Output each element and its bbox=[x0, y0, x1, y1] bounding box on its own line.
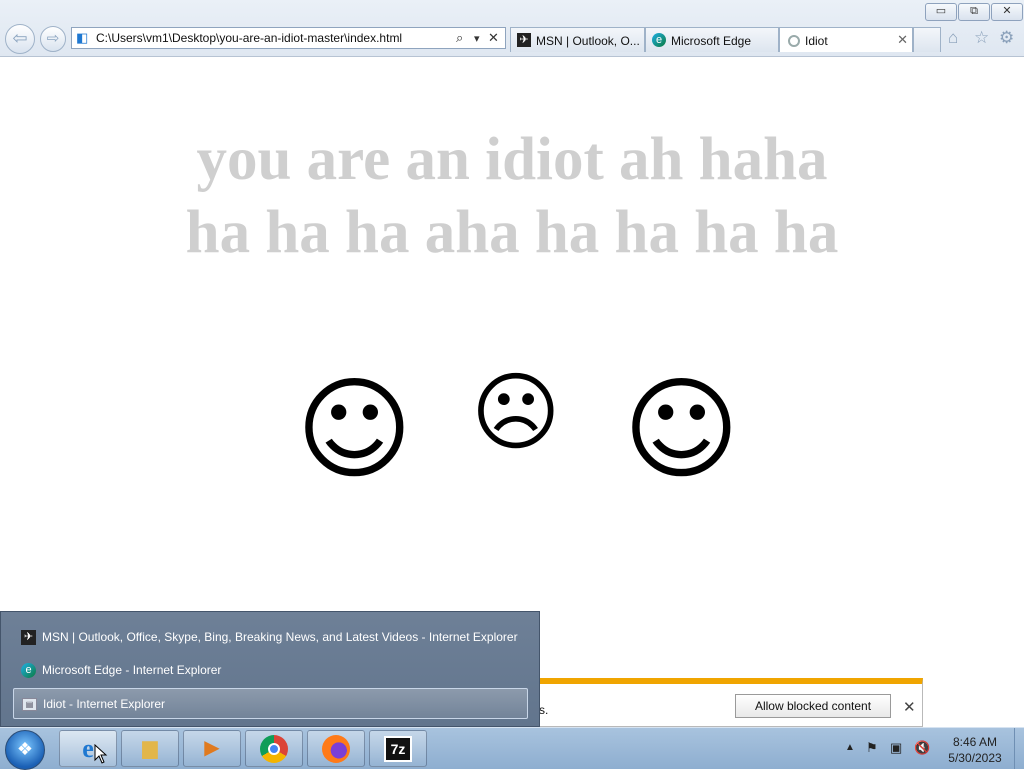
minimize-button[interactable]: ▭ bbox=[925, 3, 957, 21]
page-headline: you are an idiot ah haha ha ha ha aha ha… bbox=[0, 123, 1024, 269]
dropdown-icon[interactable]: ▾ bbox=[474, 32, 480, 45]
stop-icon[interactable]: ✕ bbox=[488, 30, 499, 46]
show-desktop-button[interactable] bbox=[1014, 728, 1024, 769]
window-list-label: MSN | Outlook, Office, Skype, Bing, Brea… bbox=[42, 630, 518, 644]
headline-line-2: ha ha ha aha ha ha ha ha bbox=[185, 199, 839, 266]
search-icon[interactable]: ⌕ bbox=[456, 30, 463, 46]
page-favicon-icon: ◧ bbox=[76, 30, 89, 45]
show-hidden-icons-icon[interactable]: ▲ bbox=[845, 742, 855, 753]
taskbar-media-player[interactable]: ▶ bbox=[183, 730, 241, 767]
restore-button[interactable]: ⧉ bbox=[958, 3, 990, 21]
mouse-cursor-icon bbox=[94, 744, 108, 764]
window-list-item-idiot[interactable]: ▤ Idiot - Internet Explorer bbox=[13, 688, 528, 719]
taskbar-window-list: ✈ MSN | Outlook, Office, Skype, Bing, Br… bbox=[0, 611, 540, 727]
taskbar-file-explorer[interactable]: ▆ bbox=[121, 730, 179, 767]
taskbar-internet-explorer[interactable]: e bbox=[59, 730, 117, 767]
home-icon[interactable]: ⌂ bbox=[948, 28, 958, 48]
browser-chrome: ▭ ⧉ ✕ ⇦ ⇨ ◧ C:\Users\vm1\Desktop\you-are… bbox=[0, 0, 1024, 57]
new-tab-button[interactable] bbox=[913, 27, 941, 52]
taskbar-firefox[interactable] bbox=[307, 730, 365, 767]
taskbar-7zip[interactable]: 7z bbox=[369, 730, 427, 767]
window-list-label: Idiot - Internet Explorer bbox=[43, 697, 166, 711]
smiley-face-left-icon: ☺ bbox=[296, 365, 413, 495]
msn-icon: ✈ bbox=[517, 33, 531, 47]
address-url[interactable]: C:\Users\vm1\Desktop\you-are-an-idiot-ma… bbox=[96, 31, 402, 45]
taskbar-chrome[interactable] bbox=[245, 730, 303, 767]
start-button[interactable]: ❖ bbox=[5, 730, 45, 770]
notification-bar: s. Allow blocked content ✕ bbox=[538, 678, 923, 727]
smiley-face-right-icon: ☺ bbox=[623, 365, 740, 495]
volume-muted-icon[interactable]: 🔇 bbox=[914, 740, 930, 756]
favorites-icon[interactable]: ☆ bbox=[974, 28, 989, 48]
forward-arrow-icon: ⇨ bbox=[46, 30, 60, 47]
internet-explorer-icon: e bbox=[82, 734, 94, 763]
allow-blocked-content-button[interactable]: Allow blocked content bbox=[735, 694, 891, 718]
network-icon[interactable]: ▣ bbox=[890, 740, 902, 756]
edge-icon: e bbox=[652, 33, 666, 47]
taskbar: ❖ e ▆ ▶ 7z ▲ ⚑ ▣ 🔇 8:46 AM 5/30/2023 bbox=[0, 727, 1024, 770]
headline-line-1: you are an idiot ah haha bbox=[196, 126, 828, 193]
windows-logo-icon: ❖ bbox=[16, 739, 34, 759]
taskbar-clock[interactable]: 8:46 AM 5/30/2023 bbox=[940, 734, 1010, 766]
folder-icon: ▆ bbox=[142, 737, 158, 759]
7zip-icon: 7z bbox=[384, 736, 412, 762]
forward-button[interactable]: ⇨ bbox=[40, 26, 66, 52]
tab-label: Idiot bbox=[805, 34, 828, 48]
frowning-face-icon: ☹ bbox=[471, 363, 561, 463]
close-window-button[interactable]: ✕ bbox=[991, 3, 1023, 21]
action-center-flag-icon[interactable]: ⚑ bbox=[866, 740, 878, 756]
loading-icon bbox=[788, 35, 800, 47]
chrome-icon bbox=[260, 735, 288, 763]
edge-icon: e bbox=[21, 663, 36, 678]
media-player-icon: ▶ bbox=[204, 737, 220, 759]
page-icon: ▤ bbox=[22, 698, 37, 711]
tab-label: Microsoft Edge bbox=[671, 34, 752, 48]
window-list-item-edge[interactable]: e Microsoft Edge - Internet Explorer bbox=[13, 655, 528, 686]
back-arrow-icon: ⇦ bbox=[12, 28, 28, 48]
firefox-icon bbox=[322, 735, 350, 763]
tab-msn[interactable]: ✈ MSN | Outlook, O... bbox=[510, 27, 645, 52]
tab-close-icon[interactable]: ✕ bbox=[897, 32, 908, 48]
address-bar[interactable]: ◧ C:\Users\vm1\Desktop\you-are-an-idiot-… bbox=[71, 27, 506, 49]
clock-time: 8:46 AM bbox=[952, 735, 998, 749]
tab-microsoft-edge[interactable]: e Microsoft Edge bbox=[645, 27, 779, 52]
window-list-label: Microsoft Edge - Internet Explorer bbox=[42, 663, 222, 677]
tab-idiot[interactable]: Idiot ✕ bbox=[779, 27, 913, 52]
back-button[interactable]: ⇦ bbox=[5, 24, 35, 54]
window-list-item-msn[interactable]: ✈ MSN | Outlook, Office, Skype, Bing, Br… bbox=[13, 622, 528, 653]
settings-icon[interactable]: ⚙ bbox=[999, 28, 1014, 48]
msn-icon: ✈ bbox=[21, 630, 36, 645]
notification-close-icon[interactable]: ✕ bbox=[903, 698, 916, 716]
clock-date: 5/30/2023 bbox=[948, 751, 1002, 765]
notification-text: s. bbox=[539, 703, 549, 717]
tab-label: MSN | Outlook, O... bbox=[536, 34, 640, 48]
